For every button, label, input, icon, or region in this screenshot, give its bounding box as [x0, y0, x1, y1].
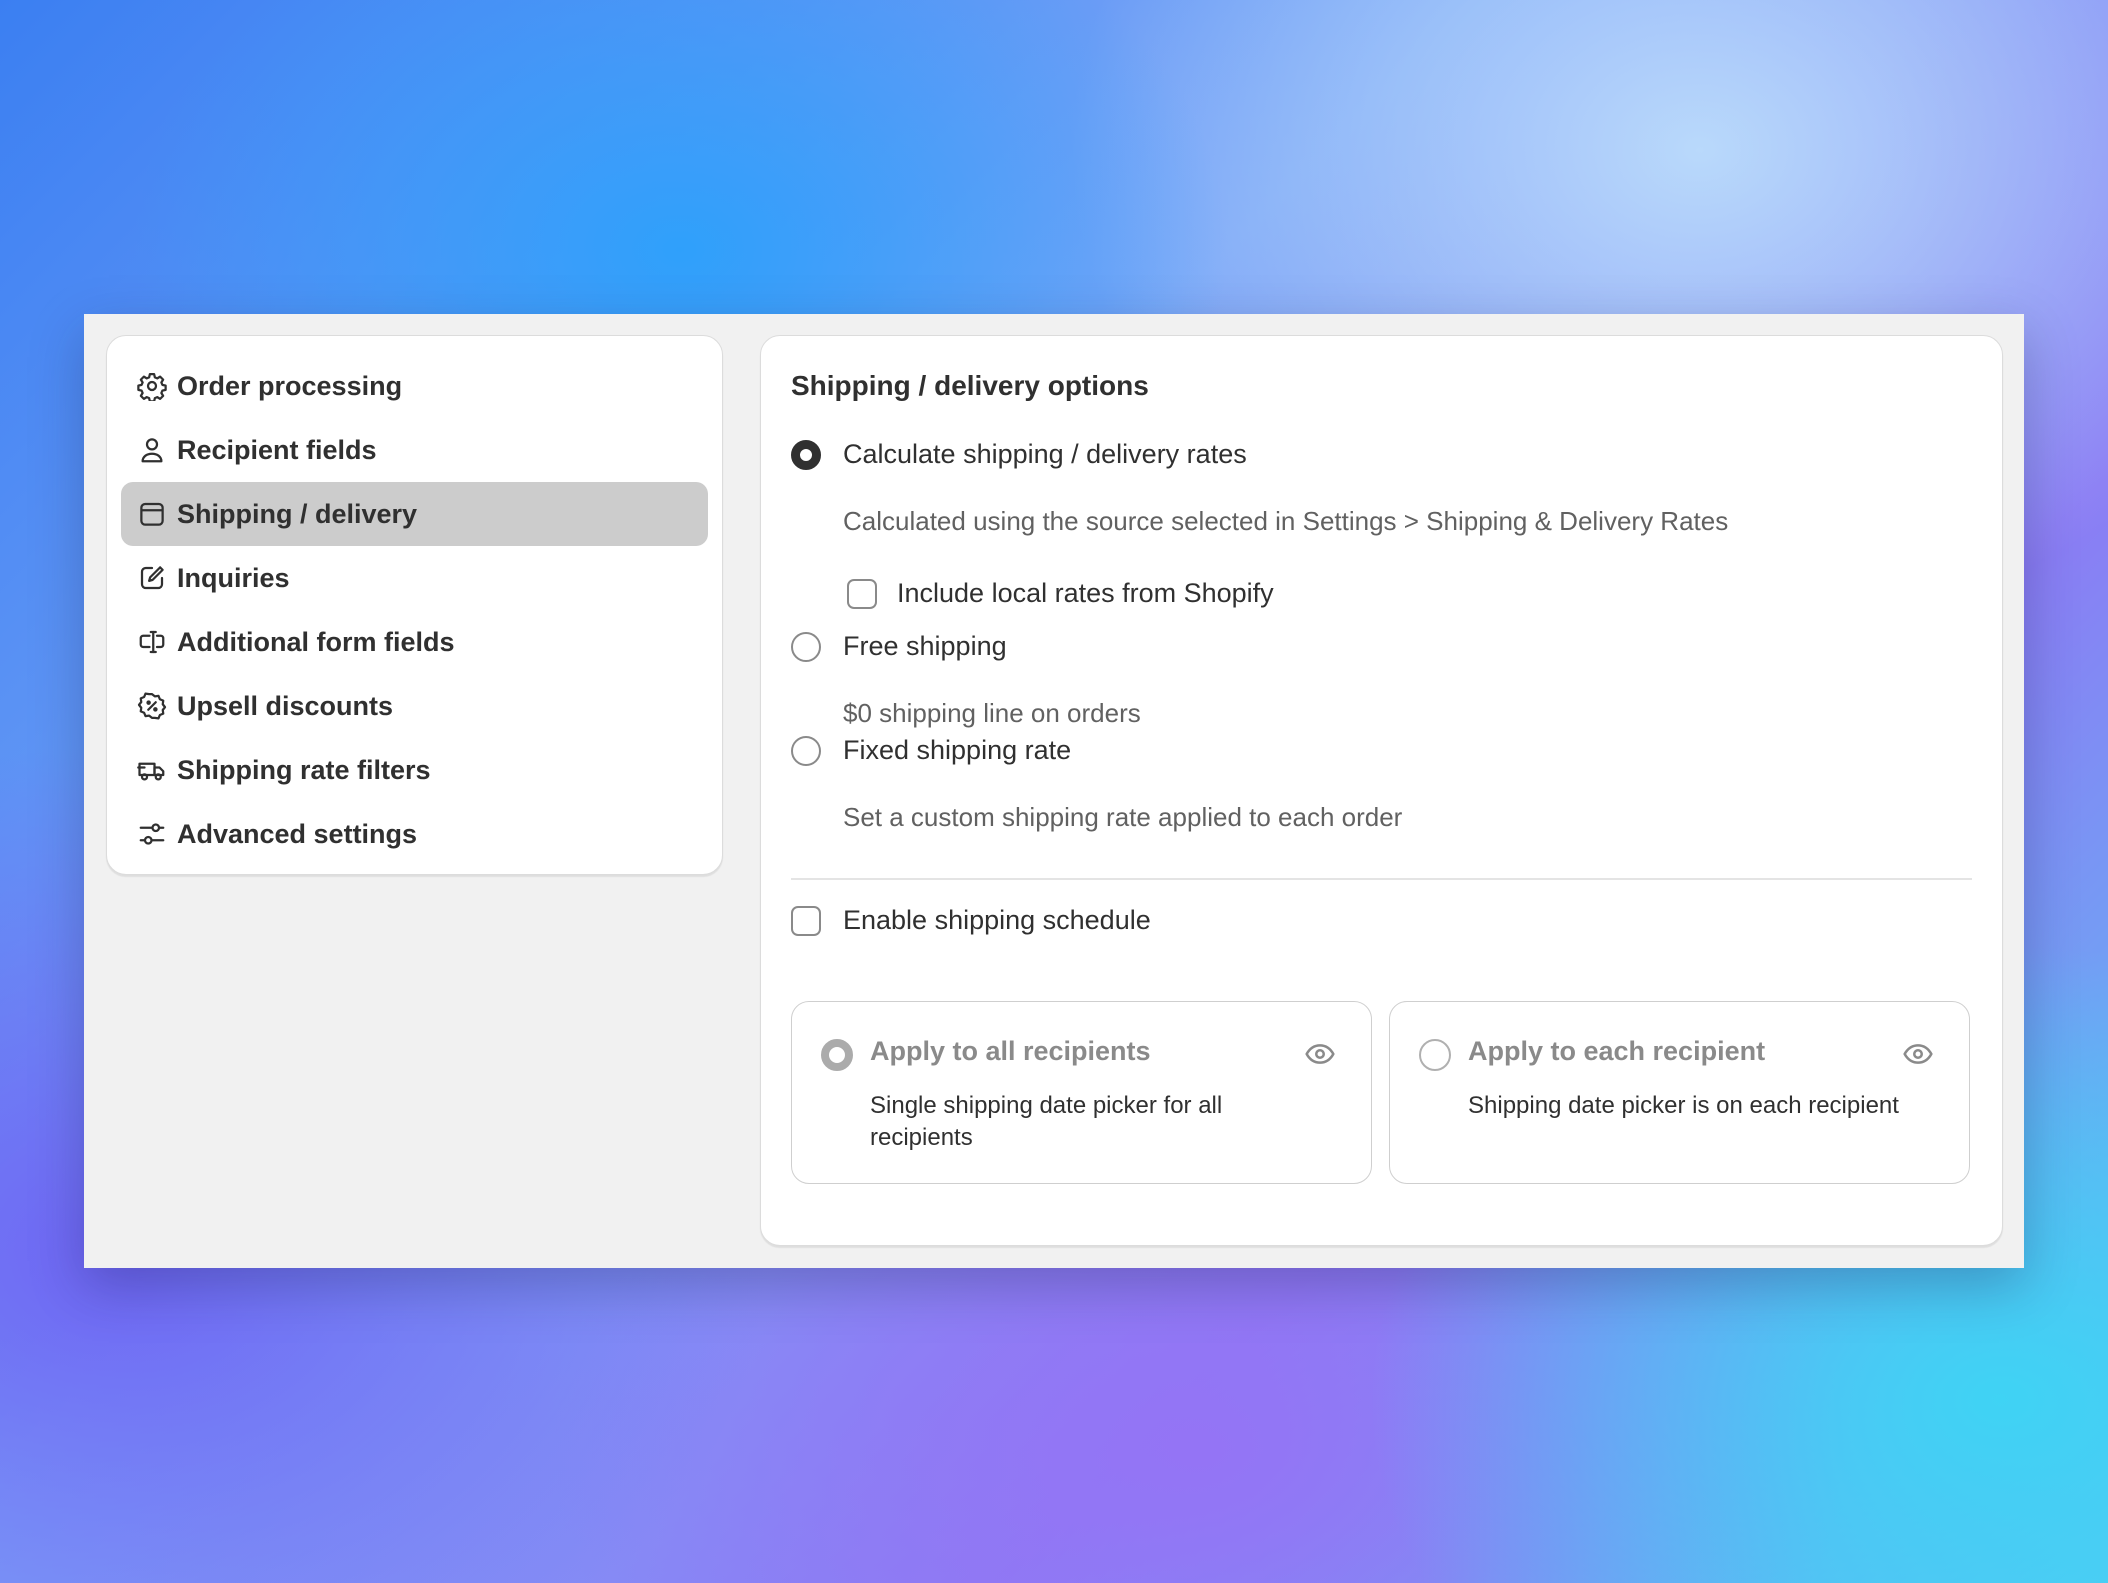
form-field-icon	[137, 627, 167, 657]
sidebar-item-shipping-delivery[interactable]: Shipping / delivery	[121, 482, 708, 546]
eye-icon[interactable]	[1303, 1038, 1337, 1070]
shipping-options-panel: Shipping / delivery options Calculate sh…	[760, 335, 2003, 1246]
sidebar-item-recipient-fields[interactable]: Recipient fields	[121, 418, 708, 482]
edit-icon	[137, 563, 167, 593]
sidebar-item-label: Shipping rate filters	[177, 754, 431, 785]
sidebar-item-inquiries[interactable]: Inquiries	[121, 546, 708, 610]
sidebar-item-label: Inquiries	[177, 562, 290, 593]
card-title: Apply to all recipients	[870, 1036, 1151, 1066]
option-help-text: Set a custom shipping rate applied to ea…	[843, 802, 1403, 832]
apply-each-radio[interactable]	[1419, 1039, 1451, 1071]
eye-icon[interactable]	[1901, 1038, 1935, 1070]
option-include-local-rates[interactable]: Include local rates from Shopify	[847, 578, 1274, 609]
sliders-icon	[137, 819, 167, 849]
option-label: Include local rates from Shopify	[897, 578, 1274, 608]
sidebar-item-upsell-discounts[interactable]: Upsell discounts	[121, 674, 708, 738]
card-apply-all-recipients[interactable]: Apply to all recipients Single shipping …	[791, 1001, 1372, 1184]
card-description: Single shipping date picker for all reci…	[870, 1092, 1223, 1151]
discount-icon	[137, 691, 167, 721]
calculate-rates-radio[interactable]	[791, 439, 821, 470]
page-title: Shipping / delivery options	[791, 370, 1149, 401]
card-apply-each-recipient[interactable]: Apply to each recipient Shipping date pi…	[1389, 1001, 1970, 1184]
settings-sidebar: Order processing Recipient fields Shippi…	[106, 335, 723, 875]
sidebar-item-label: Shipping / delivery	[177, 498, 418, 529]
option-fixed-rate[interactable]: Fixed shipping rate	[791, 735, 1071, 766]
sidebar-item-label: Order processing	[177, 370, 403, 401]
sidebar-item-label: Upsell discounts	[177, 690, 394, 721]
sidebar-item-label: Additional form fields	[177, 626, 455, 657]
settings-window: Order processing Recipient fields Shippi…	[84, 314, 2024, 1268]
sidebar-item-label: Recipient fields	[177, 434, 377, 465]
truck-icon	[137, 755, 167, 785]
sidebar-item-advanced-settings[interactable]: Advanced settings	[121, 802, 708, 866]
option-help-text: Calculated using the source selected in …	[843, 506, 1729, 536]
sidebar-item-additional-form-fields[interactable]: Additional form fields	[121, 610, 708, 674]
free-shipping-radio[interactable]	[791, 631, 821, 662]
option-help-text: $0 shipping line on orders	[843, 698, 1141, 728]
sidebar-item-shipping-rate-filters[interactable]: Shipping rate filters	[121, 738, 708, 802]
option-label: Fixed shipping rate	[843, 735, 1072, 765]
calendar-icon	[137, 499, 167, 529]
card-description: Shipping date picker is on each recipien…	[1468, 1092, 1899, 1119]
person-icon	[137, 435, 167, 465]
divider	[791, 878, 1972, 880]
enable-schedule-checkbox[interactable]	[791, 905, 821, 936]
option-label: Calculate shipping / delivery rates	[843, 439, 1247, 469]
gear-icon	[137, 371, 167, 401]
option-enable-schedule[interactable]: Enable shipping schedule	[791, 905, 1151, 936]
apply-all-radio[interactable]	[821, 1039, 853, 1071]
include-local-rates-checkbox[interactable]	[847, 578, 877, 609]
sidebar-item-label: Advanced settings	[177, 818, 418, 849]
sidebar-item-order-processing[interactable]: Order processing	[121, 354, 708, 418]
fixed-rate-radio[interactable]	[791, 735, 821, 766]
option-calculate-rates[interactable]: Calculate shipping / delivery rates	[791, 439, 1247, 470]
card-title: Apply to each recipient	[1468, 1036, 1766, 1066]
option-label: Enable shipping schedule	[843, 905, 1151, 935]
option-label: Free shipping	[843, 631, 1007, 661]
option-free-shipping[interactable]: Free shipping	[791, 631, 1007, 662]
